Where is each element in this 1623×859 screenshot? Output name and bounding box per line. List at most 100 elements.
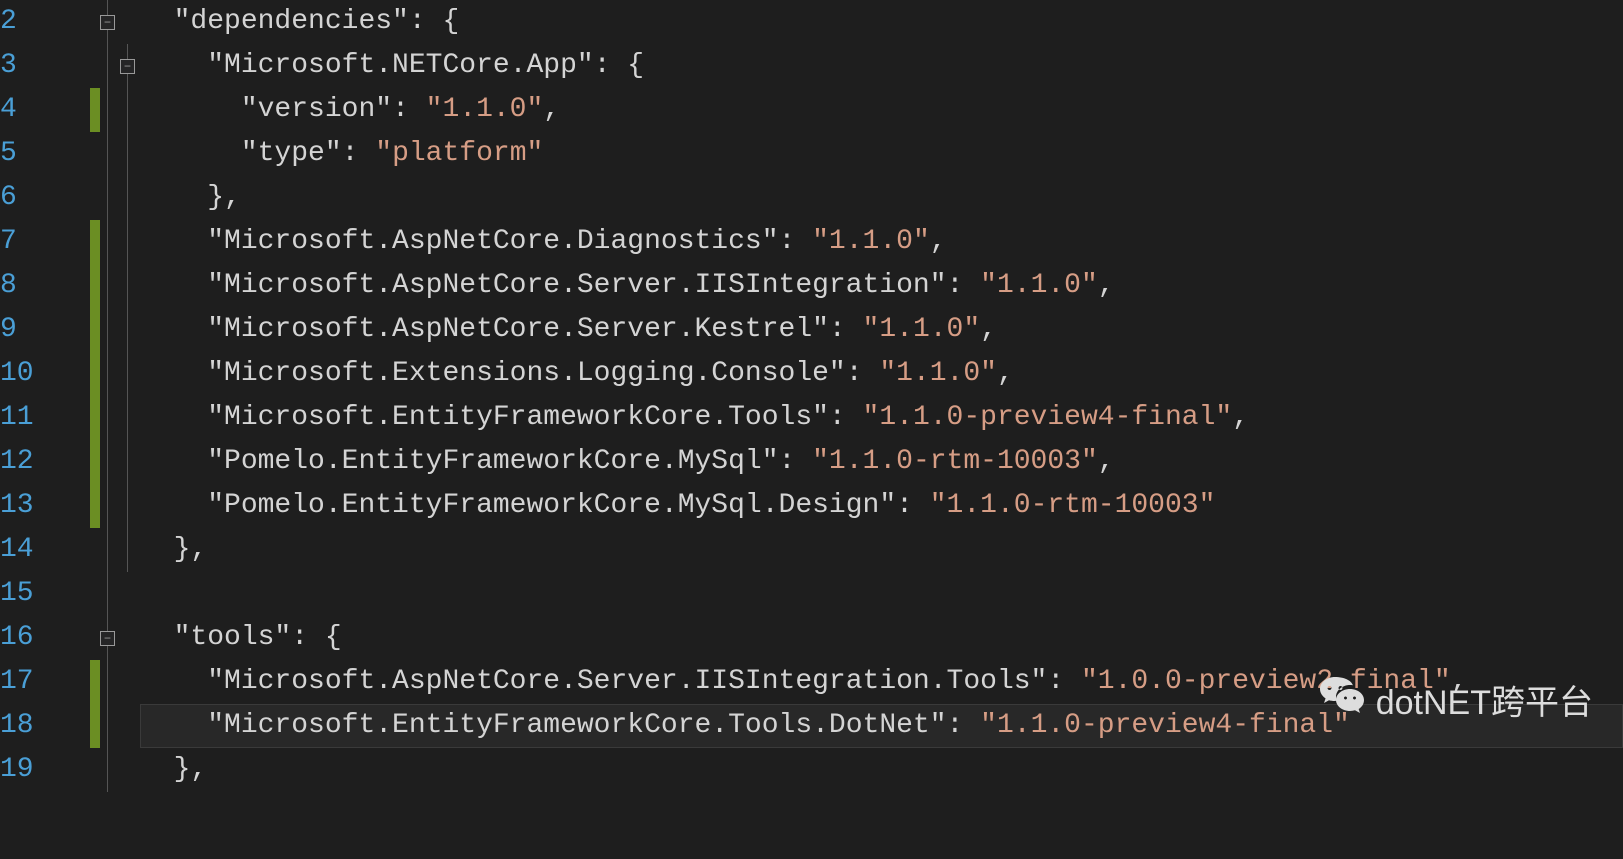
code-line[interactable]: "Pomelo.EntityFrameworkCore.MySql": "1.1… [140,440,1623,484]
code-line[interactable]: "tools": { [140,616,1623,660]
line-number: 15 [0,572,72,616]
line-number: 18 [0,704,72,748]
code-line[interactable]: "Pomelo.EntityFrameworkCore.MySql.Design… [140,484,1623,528]
token-key: "type" [241,132,342,176]
token-key: "version" [241,88,392,132]
token-punct: : [342,132,376,176]
line-number: 14 [0,528,72,572]
token-string: "1.1.0-rtm-10003" [812,440,1098,484]
token-key: "Pomelo.EntityFrameworkCore.MySql.Design… [207,484,896,528]
change-marker [90,616,100,660]
token-string: "1.1.0-preview4-final" [980,704,1350,748]
fold-toggle-icon[interactable]: − [100,15,115,30]
line-number: 16 [0,616,72,660]
fold-gutter-cell [100,88,140,132]
line-number: 19 [0,748,72,792]
line-number: 13 [0,484,72,528]
change-marker [90,0,100,44]
token-string: "1.0.0-preview2-final" [1081,660,1451,704]
change-marker [90,396,100,440]
token-punct: : [829,396,863,440]
token-punct: : [779,440,813,484]
change-marker [90,440,100,484]
code-line[interactable]: }, [140,528,1623,572]
code-line[interactable]: "Microsoft.NETCore.App": { [140,44,1623,88]
change-marker [90,660,100,704]
change-marker [90,308,100,352]
token-string: "1.1.0" [879,352,997,396]
token-key: "Microsoft.NETCore.App" [207,44,593,88]
change-marker [90,88,100,132]
token-punct: : [947,704,981,748]
code-line[interactable]: "Microsoft.AspNetCore.Diagnostics": "1.1… [140,220,1623,264]
token-key: "Microsoft.AspNetCore.Server.IISIntegrat… [207,660,1047,704]
change-marker [90,176,100,220]
line-number: 12 [0,440,72,484]
line-number: 5 [0,132,72,176]
token-key: "Microsoft.AspNetCore.Diagnostics" [207,220,778,264]
code-editor[interactable]: 2345678910111213141516171819−−− "depende… [0,0,1623,792]
fold-gutter-cell [100,572,140,616]
token-string: "1.1.0" [863,308,981,352]
token-punct: : [846,352,880,396]
code-line[interactable]: "Microsoft.Extensions.Logging.Console": … [140,352,1623,396]
line-number: 6 [0,176,72,220]
fold-toggle-icon[interactable]: − [100,631,115,646]
token-punct: }, [174,748,208,792]
change-marker [90,572,100,616]
token-key: "Microsoft.EntityFrameworkCore.Tools" [207,396,829,440]
line-number: 3 [0,44,72,88]
line-number: 10 [0,352,72,396]
token-punct: : { [409,0,459,44]
code-line[interactable]: "version": "1.1.0", [140,88,1623,132]
fold-gutter-cell [100,660,140,704]
fold-gutter-cell [100,220,140,264]
fold-toggle-icon[interactable]: − [120,59,135,74]
token-key: "Microsoft.Extensions.Logging.Console" [207,352,846,396]
fold-gutter-cell: − [100,44,140,88]
code-line[interactable]: "Microsoft.EntityFrameworkCore.Tools": "… [140,396,1623,440]
token-key: "Microsoft.AspNetCore.Server.Kestrel" [207,308,829,352]
line-number: 11 [0,396,72,440]
fold-gutter-cell [100,308,140,352]
token-punct: , [930,220,947,264]
token-punct: , [1451,660,1468,704]
token-punct: }, [174,528,208,572]
fold-gutter-cell [100,704,140,748]
change-marker [90,704,100,748]
token-punct: , [1098,264,1115,308]
fold-gutter-cell [100,484,140,528]
token-punct: }, [207,176,241,220]
token-punct: : [896,484,930,528]
token-punct: : { [291,616,341,660]
fold-gutter-cell [100,396,140,440]
fold-gutter-cell [100,352,140,396]
token-punct: : [392,88,426,132]
token-key: "Microsoft.AspNetCore.Server.IISIntegrat… [207,264,946,308]
code-line[interactable]: "Microsoft.EntityFrameworkCore.Tools.Dot… [140,704,1623,748]
token-punct: : [779,220,813,264]
token-string: "1.1.0" [980,264,1098,308]
change-marker [90,264,100,308]
token-string: "1.1.0" [426,88,544,132]
line-number: 7 [0,220,72,264]
change-marker [90,132,100,176]
code-line[interactable]: "Microsoft.AspNetCore.Server.IISIntegrat… [140,660,1623,704]
change-marker [90,352,100,396]
code-line[interactable]: }, [140,748,1623,792]
code-line[interactable]: "type": "platform" [140,132,1623,176]
token-punct: : [947,264,981,308]
fold-gutter-cell [100,264,140,308]
token-punct: : [1047,660,1081,704]
code-line[interactable]: "Microsoft.AspNetCore.Server.Kestrel": "… [140,308,1623,352]
code-line[interactable]: }, [140,176,1623,220]
token-key: "tools" [174,616,292,660]
token-key: "dependencies" [174,0,409,44]
code-line[interactable]: "Microsoft.AspNetCore.Server.IISIntegrat… [140,264,1623,308]
fold-gutter-cell: − [100,0,140,44]
line-number: 8 [0,264,72,308]
code-line[interactable] [140,572,1623,616]
code-line[interactable]: "dependencies": { [140,0,1623,44]
change-marker [90,484,100,528]
token-string: "platform" [375,132,543,176]
